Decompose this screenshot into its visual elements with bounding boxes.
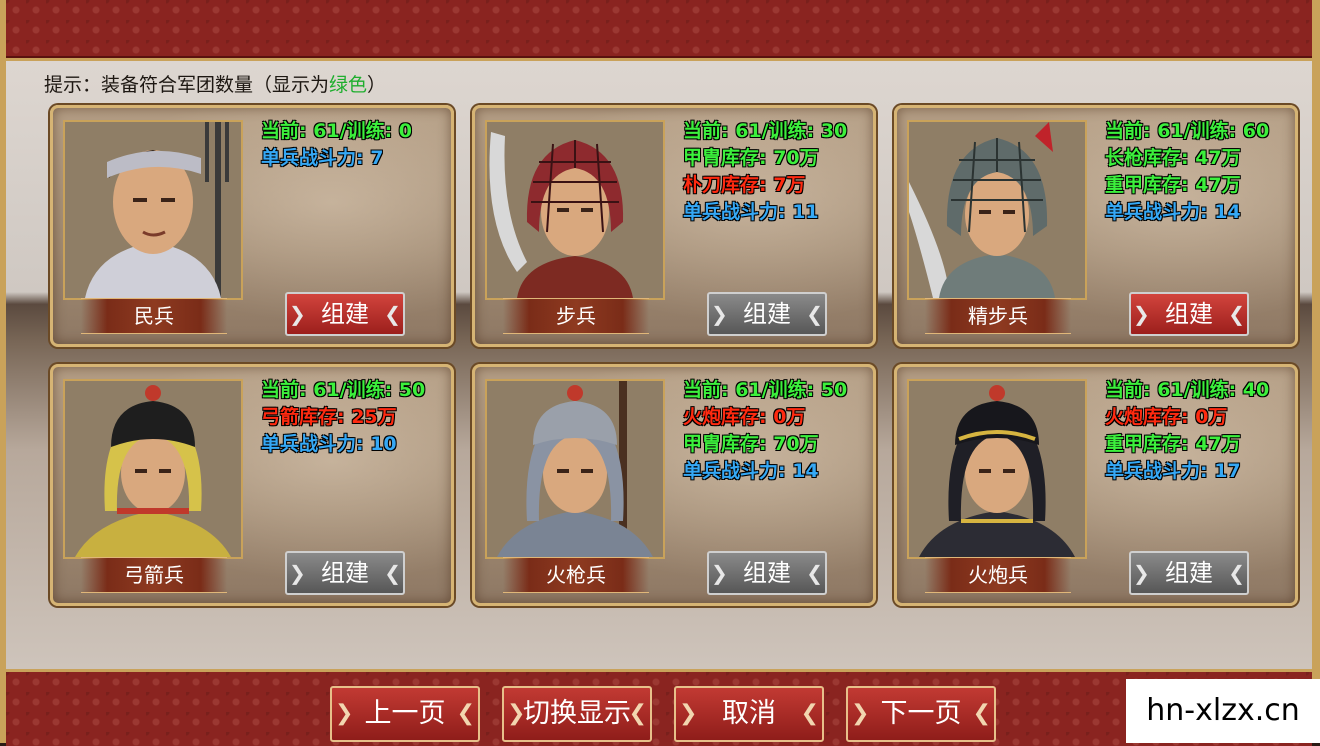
- unit-stats: 当前: 61/训练: 50 火炮库存: 0万 甲胄库存: 70万 单兵战斗力: …: [683, 377, 869, 485]
- chevron-right-icon: ❮: [1228, 302, 1245, 326]
- stat-current: 当前: 61/训练: 60: [1105, 120, 1270, 142]
- stat-stock: 重甲库存: 47万: [1105, 174, 1241, 196]
- infantry-portrait-icon: [487, 122, 663, 298]
- musketeer-portrait-icon: [487, 381, 663, 557]
- chevron-left-icon: ❯: [711, 561, 728, 585]
- unit-portrait: [63, 120, 243, 300]
- stat-power: 单兵战斗力: 17: [1105, 460, 1241, 482]
- stat-stock: 甲胄库存: 70万: [683, 147, 819, 169]
- stat-stock: 朴刀库存: 7万: [683, 174, 806, 196]
- cancel-button[interactable]: ❯ 取消 ❮: [674, 686, 824, 742]
- chevron-left-icon: ❯: [1133, 561, 1150, 585]
- stat-stock: 长枪库存: 47万: [1105, 147, 1241, 169]
- unit-portrait: [907, 379, 1087, 559]
- chevron-left-icon: ❯: [289, 302, 306, 326]
- unit-portrait: [907, 120, 1087, 300]
- build-button[interactable]: ❯ 组建 ❮: [285, 551, 405, 595]
- chevron-right-icon: ❮: [384, 302, 401, 326]
- stat-stock: 火炮库存: 0万: [683, 406, 806, 428]
- chevron-right-icon: ❮: [456, 701, 475, 726]
- chevron-right-icon: ❮: [1228, 561, 1245, 585]
- bottom-bar: [6, 669, 1312, 746]
- chevron-right-icon: ❮: [800, 701, 819, 726]
- prev-page-label: 上一页: [364, 698, 446, 729]
- cancel-label: 取消: [722, 698, 776, 729]
- build-button-label: 组建: [321, 300, 369, 328]
- unit-portrait: [485, 120, 665, 300]
- unit-card-elite-infantry: 精步兵 当前: 61/训练: 60 长枪库存: 47万 重甲库存: 47万 单兵…: [894, 105, 1298, 347]
- unit-stats: 当前: 61/训练: 40 火炮库存: 0万 重甲库存: 47万 单兵战斗力: …: [1105, 377, 1291, 485]
- hint-suffix: ）: [367, 74, 387, 96]
- stat-power: 单兵战斗力: 14: [683, 460, 819, 482]
- chevron-right-icon: ❮: [384, 561, 401, 585]
- unit-name: 步兵: [503, 298, 649, 334]
- unit-name: 民兵: [81, 298, 227, 334]
- stat-power: 单兵战斗力: 7: [261, 147, 384, 169]
- build-button[interactable]: ❯ 组建 ❮: [285, 292, 405, 336]
- watermark: hn-xlzx.cn: [1126, 679, 1320, 743]
- chevron-left-icon: ❯: [679, 701, 698, 726]
- unit-name: 火炮兵: [925, 557, 1071, 593]
- stat-stock: 重甲库存: 47万: [1105, 433, 1241, 455]
- build-button-label: 组建: [321, 559, 369, 587]
- unit-portrait: [485, 379, 665, 559]
- stat-power: 单兵战斗力: 10: [261, 433, 397, 455]
- hint-prefix: 提示：装备符合军团数量（显示为: [44, 74, 330, 96]
- chevron-left-icon: ❯: [507, 701, 526, 726]
- unit-stats: 当前: 61/训练: 60 长枪库存: 47万 重甲库存: 47万 单兵战斗力:…: [1105, 118, 1291, 226]
- chevron-right-icon: ❮: [806, 302, 823, 326]
- build-button[interactable]: ❯ 组建 ❮: [1129, 551, 1249, 595]
- toggle-display-button[interactable]: ❯ 切换显示 ❮: [502, 686, 652, 742]
- stat-stock: 甲胄库存: 70万: [683, 433, 819, 455]
- stat-current: 当前: 61/训练: 50: [261, 379, 426, 401]
- build-button[interactable]: ❯ 组建 ❮: [707, 551, 827, 595]
- stat-current: 当前: 61/训练: 30: [683, 120, 848, 142]
- build-button-label: 组建: [743, 559, 791, 587]
- stat-power: 单兵战斗力: 11: [683, 201, 819, 223]
- chevron-left-icon: ❯: [1133, 302, 1150, 326]
- unit-name: 火枪兵: [503, 557, 649, 593]
- unit-card-archer: 弓箭兵 当前: 61/训练: 50 弓箭库存: 25万 单兵战斗力: 10 ❯ …: [50, 364, 454, 606]
- unit-name: 精步兵: [925, 298, 1071, 334]
- stat-current: 当前: 61/训练: 0: [261, 120, 413, 142]
- build-button-label: 组建: [743, 300, 791, 328]
- stat-current: 当前: 61/训练: 50: [683, 379, 848, 401]
- build-button-label: 组建: [1165, 300, 1213, 328]
- prev-page-button[interactable]: ❯ 上一页 ❮: [330, 686, 480, 742]
- artillery-portrait-icon: [909, 381, 1085, 557]
- unit-name: 弓箭兵: [81, 557, 227, 593]
- toggle-display-label: 切换显示: [523, 698, 631, 729]
- unit-card-musketeer: 火枪兵 当前: 61/训练: 50 火炮库存: 0万 甲胄库存: 70万 单兵战…: [472, 364, 876, 606]
- stat-stock: 火炮库存: 0万: [1105, 406, 1228, 428]
- unit-stats: 当前: 61/训练: 50 弓箭库存: 25万 单兵战斗力: 10: [261, 377, 447, 458]
- chevron-left-icon: ❯: [851, 701, 870, 726]
- unit-portrait: [63, 379, 243, 559]
- unit-stats: 当前: 61/训练: 30 甲胄库存: 70万 朴刀库存: 7万 单兵战斗力: …: [683, 118, 869, 226]
- chevron-left-icon: ❯: [289, 561, 306, 585]
- unit-card-infantry: 步兵 当前: 61/训练: 30 甲胄库存: 70万 朴刀库存: 7万 单兵战斗…: [472, 105, 876, 347]
- frame-right: [1312, 0, 1320, 743]
- chevron-right-icon: ❮: [972, 701, 991, 726]
- next-page-label: 下一页: [880, 698, 962, 729]
- stat-current: 当前: 61/训练: 40: [1105, 379, 1270, 401]
- build-button[interactable]: ❯ 组建 ❮: [707, 292, 827, 336]
- stat-stock: 弓箭库存: 25万: [261, 406, 397, 428]
- militia-portrait-icon: [65, 122, 241, 298]
- chevron-right-icon: ❮: [628, 701, 647, 726]
- next-page-button[interactable]: ❯ 下一页 ❮: [846, 686, 996, 742]
- hint-text: 提示：装备符合军团数量（显示为绿色）: [44, 70, 386, 97]
- top-banner: [6, 0, 1312, 61]
- archer-portrait-icon: [65, 381, 241, 557]
- unit-card-militia: 民兵 当前: 61/训练: 0 单兵战斗力: 7 ❯ 组建 ❮: [50, 105, 454, 347]
- unit-stats: 当前: 61/训练: 0 单兵战斗力: 7: [261, 118, 447, 172]
- chevron-right-icon: ❮: [806, 561, 823, 585]
- elite-infantry-portrait-icon: [909, 122, 1085, 298]
- chevron-left-icon: ❯: [711, 302, 728, 326]
- unit-card-artillery: 火炮兵 当前: 61/训练: 40 火炮库存: 0万 重甲库存: 47万 单兵战…: [894, 364, 1298, 606]
- build-button[interactable]: ❯ 组建 ❮: [1129, 292, 1249, 336]
- stat-power: 单兵战斗力: 14: [1105, 201, 1241, 223]
- build-button-label: 组建: [1165, 559, 1213, 587]
- chevron-left-icon: ❯: [335, 701, 354, 726]
- hint-highlight: 绿色: [329, 74, 368, 96]
